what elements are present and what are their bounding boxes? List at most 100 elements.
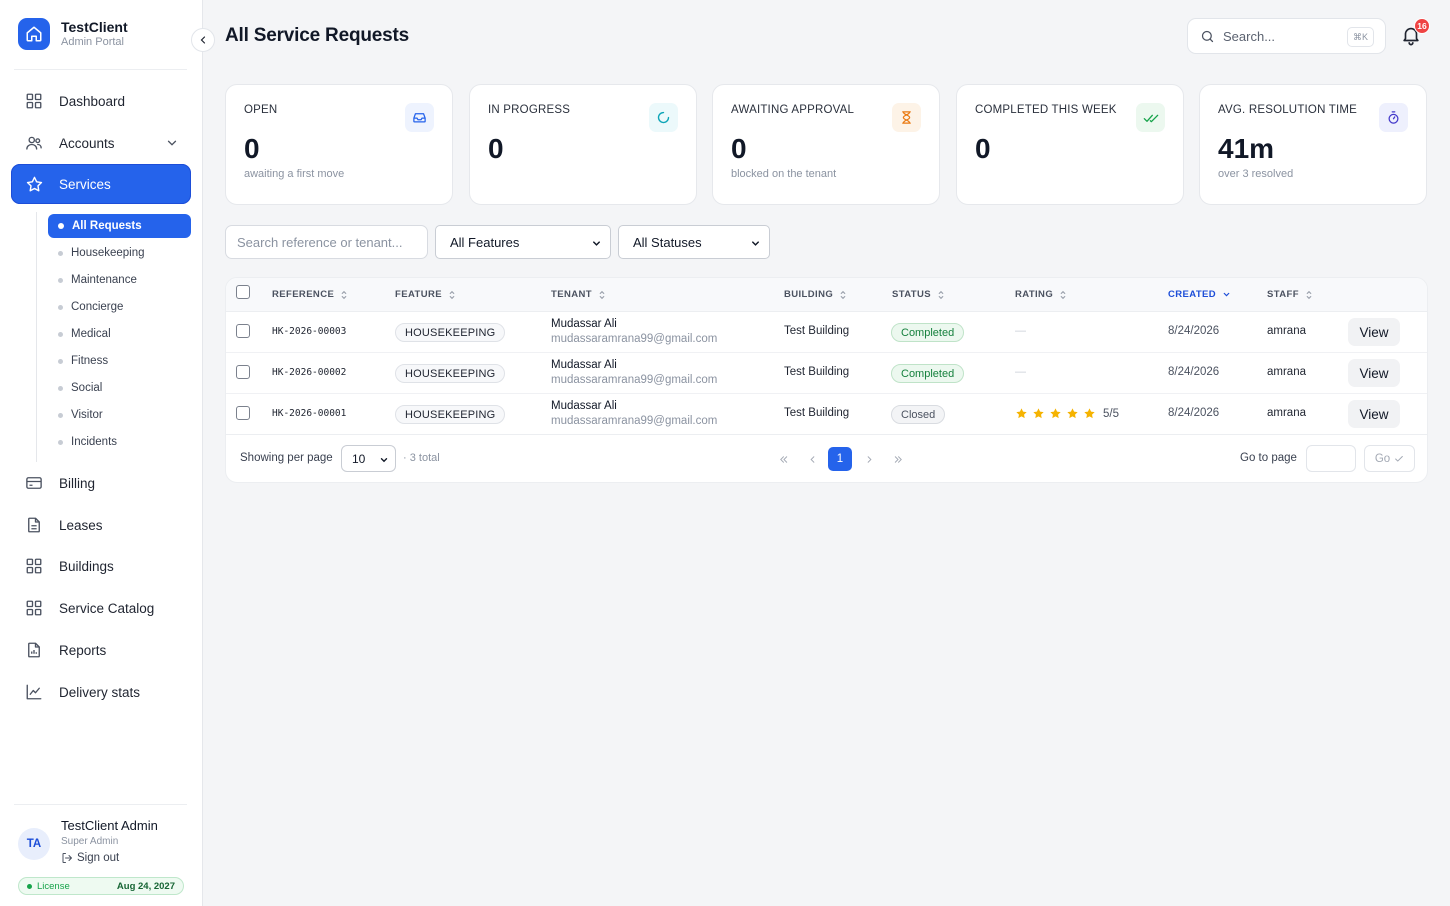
column-tenant[interactable]: TENANT bbox=[551, 289, 606, 300]
star-icon bbox=[1016, 408, 1027, 419]
view-button[interactable]: View bbox=[1348, 359, 1400, 387]
page-button-current[interactable]: 1 bbox=[828, 447, 852, 471]
submenu-concierge[interactable]: Concierge bbox=[48, 295, 191, 319]
chevron-down-icon bbox=[165, 136, 179, 153]
column-status[interactable]: STATUS bbox=[892, 289, 945, 300]
user-role: Super Admin bbox=[61, 836, 119, 847]
next-page-button[interactable] bbox=[857, 447, 881, 471]
column-label: TENANT bbox=[551, 289, 592, 300]
star-icon bbox=[1050, 408, 1061, 419]
row-checkbox[interactable] bbox=[236, 324, 250, 338]
view-button[interactable]: View bbox=[1348, 318, 1400, 346]
select-all-checkbox[interactable] bbox=[236, 285, 250, 299]
submenu-fitness[interactable]: Fitness bbox=[48, 349, 191, 373]
sidebar: TestClient Admin Portal Dashboard Accoun… bbox=[0, 0, 203, 906]
status-select[interactable]: All Statuses bbox=[618, 225, 770, 259]
search-icon bbox=[1201, 30, 1214, 42]
previous-page-button[interactable] bbox=[800, 447, 824, 471]
sort-icon bbox=[840, 290, 846, 299]
submenu-social[interactable]: Social bbox=[48, 376, 191, 400]
feature-select[interactable]: All Features bbox=[435, 225, 611, 259]
sign-out-link[interactable]: Sign out bbox=[61, 852, 158, 864]
dot-icon bbox=[58, 412, 63, 418]
license-date: Aug 24, 2027 bbox=[116, 880, 175, 892]
avatar[interactable]: TA bbox=[18, 828, 50, 860]
chevron-down-icon bbox=[379, 454, 389, 468]
staff-cell: amrana bbox=[1267, 407, 1306, 419]
go-to-page-input[interactable] bbox=[1306, 445, 1356, 472]
grid-icon bbox=[22, 596, 46, 620]
column-label: BUILDING bbox=[784, 289, 834, 300]
column-feature[interactable]: FEATURE bbox=[395, 289, 456, 300]
table-header: REFERENCE FEATURE TENANT BUILDING STATUS… bbox=[226, 278, 1427, 312]
reference-cell: HK-2026-00002 bbox=[272, 367, 347, 378]
sign-out-icon bbox=[62, 853, 72, 863]
dot-icon bbox=[58, 439, 63, 445]
chevron-left-icon bbox=[809, 455, 814, 463]
sort-icon bbox=[449, 290, 455, 299]
view-button[interactable]: View bbox=[1348, 400, 1400, 428]
requests-table: REFERENCE FEATURE TENANT BUILDING STATUS… bbox=[225, 277, 1428, 483]
column-reference[interactable]: REFERENCE bbox=[272, 289, 348, 300]
per-page-select[interactable]: 10 bbox=[341, 445, 396, 472]
star-icon bbox=[1084, 408, 1095, 419]
reference-cell: HK-2026-00001 bbox=[272, 408, 347, 419]
sidebar-item-service-catalog[interactable]: Service Catalog bbox=[11, 588, 191, 628]
reference-search-input[interactable] bbox=[225, 225, 428, 259]
submenu-label: Fitness bbox=[71, 355, 109, 367]
stat-value: 0 bbox=[975, 133, 991, 164]
collapse-sidebar-button[interactable] bbox=[191, 28, 215, 52]
chevron-down-icon bbox=[591, 237, 602, 252]
last-page-button[interactable] bbox=[886, 447, 910, 471]
row-checkbox[interactable] bbox=[236, 365, 250, 379]
grid-icon bbox=[22, 89, 46, 113]
sidebar-item-reports[interactable]: Reports bbox=[11, 630, 191, 670]
submenu-visitor[interactable]: Visitor bbox=[48, 403, 191, 427]
row-checkbox[interactable] bbox=[236, 406, 250, 420]
sidebar-item-label: Services bbox=[59, 176, 111, 192]
column-building[interactable]: BUILDING bbox=[784, 289, 847, 300]
sidebar-item-accounts[interactable]: Accounts bbox=[11, 123, 191, 163]
go-button[interactable]: Go bbox=[1364, 445, 1415, 472]
submenu-label: Housekeeping bbox=[71, 247, 145, 259]
go-button-label: Go bbox=[1374, 452, 1391, 465]
document-icon bbox=[22, 513, 46, 537]
home-icon bbox=[18, 18, 50, 50]
staff-cell: amrana bbox=[1267, 366, 1306, 378]
column-label: RATING bbox=[1015, 289, 1054, 300]
column-staff[interactable]: STAFF bbox=[1267, 289, 1313, 300]
column-created[interactable]: CREATED bbox=[1168, 289, 1231, 300]
building-cell: Test Building bbox=[784, 407, 850, 419]
sidebar-item-dashboard[interactable]: Dashboard bbox=[11, 81, 191, 121]
sidebar-item-label: Delivery stats bbox=[59, 684, 141, 700]
search-input[interactable] bbox=[1223, 28, 1338, 44]
submenu-all-requests[interactable]: All Requests bbox=[48, 214, 191, 238]
submenu-incidents[interactable]: Incidents bbox=[48, 430, 191, 454]
table-row[interactable]: HK-2026-00003 HOUSEKEEPING Mudassar Ali … bbox=[226, 312, 1427, 353]
chevrons-left-icon bbox=[779, 455, 787, 463]
submenu-maintenance[interactable]: Maintenance bbox=[48, 268, 191, 292]
dot-icon bbox=[58, 223, 64, 229]
sidebar-item-billing[interactable]: Billing bbox=[11, 463, 191, 503]
rating-value: 5/5 bbox=[1103, 407, 1119, 420]
submenu-housekeeping[interactable]: Housekeeping bbox=[48, 241, 191, 265]
status-badge: Completed bbox=[891, 364, 965, 383]
table-row[interactable]: HK-2026-00002 HOUSEKEEPING Mudassar Ali … bbox=[226, 353, 1427, 394]
double-check-icon bbox=[1136, 103, 1165, 132]
submenu-medical[interactable]: Medical bbox=[48, 322, 191, 346]
sidebar-item-services[interactable]: Services bbox=[11, 164, 191, 204]
license-label: License bbox=[37, 880, 70, 892]
brand[interactable]: TestClient Admin Portal bbox=[18, 18, 128, 50]
sidebar-item-delivery-stats[interactable]: Delivery stats bbox=[11, 672, 191, 712]
sidebar-item-leases[interactable]: Leases bbox=[11, 505, 191, 545]
status-select-value: All Statuses bbox=[633, 234, 702, 250]
building-cell: Test Building bbox=[784, 325, 850, 337]
column-rating[interactable]: RATING bbox=[1015, 289, 1067, 300]
sidebar-item-buildings[interactable]: Buildings bbox=[11, 546, 191, 586]
submenu-label: Medical bbox=[71, 328, 111, 340]
table-row[interactable]: HK-2026-00001 HOUSEKEEPING Mudassar Ali … bbox=[226, 394, 1427, 435]
global-search[interactable]: ⌘K bbox=[1187, 18, 1386, 54]
column-label: STATUS bbox=[892, 289, 931, 300]
first-page-button[interactable] bbox=[771, 447, 795, 471]
page-title: All Service Requests bbox=[225, 25, 409, 46]
